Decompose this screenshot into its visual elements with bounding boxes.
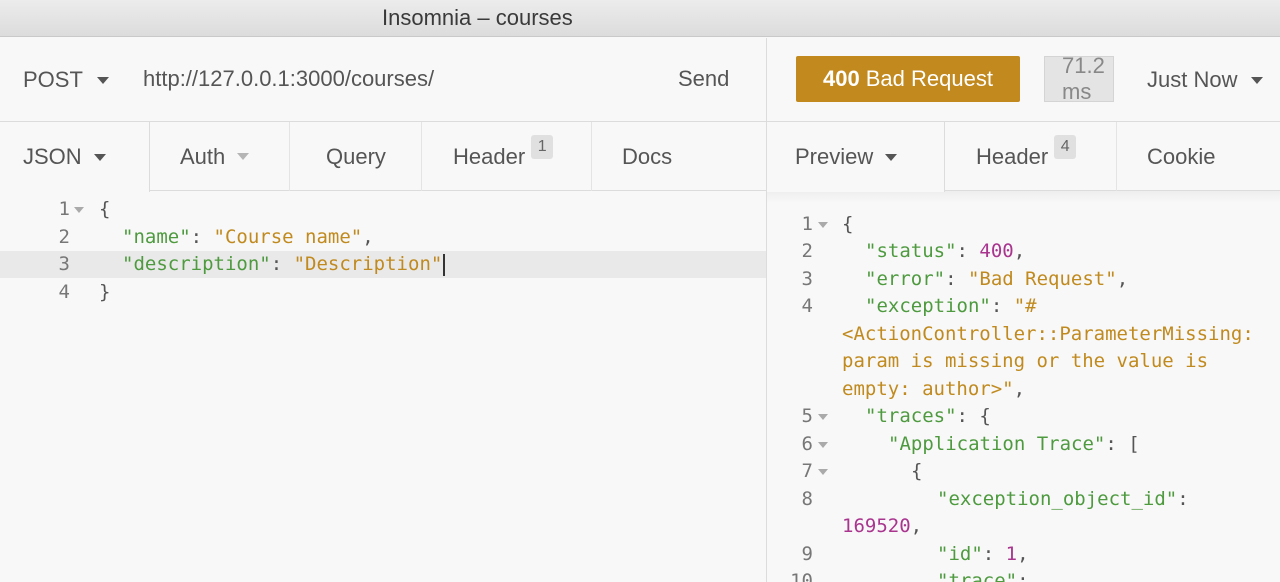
tab-auth[interactable]: Auth (150, 122, 290, 191)
code-line: 1 { (801, 213, 854, 235)
tab-cookie[interactable]: Cookie (1117, 122, 1280, 191)
chevron-down-icon (93, 153, 106, 161)
tab-header[interactable]: Header 1 (422, 122, 592, 191)
code-line: empty: author>", (842, 378, 1026, 400)
code-line: 169520, (842, 515, 923, 537)
code-line: 10 "trace": (790, 570, 1029, 582)
code-line: 4 } (58, 281, 111, 303)
code-line: 7 { (801, 460, 923, 482)
code-line: 1 { (58, 198, 111, 220)
code-line: 8 "exception_object_id": (801, 488, 1189, 510)
code-line: 5 "traces": { (801, 405, 991, 427)
fold-arrow-icon[interactable] (74, 207, 84, 213)
response-pane: 400 Bad Request 71.2 ms Just Now Preview… (767, 38, 1280, 582)
tab-label: Cookie (1147, 143, 1216, 169)
send-button[interactable]: Send (678, 66, 729, 92)
code-line: 2 "status": 400, (801, 240, 1026, 262)
fold-arrow-icon[interactable] (818, 222, 828, 228)
response-status-bar: 400 Bad Request 71.2 ms Just Now (767, 38, 1280, 122)
code-line: param is missing or the value is (842, 350, 1209, 372)
fold-arrow-icon[interactable] (818, 442, 828, 448)
tab-docs[interactable]: Docs (592, 122, 766, 191)
chevron-down-icon (96, 76, 109, 84)
header-count-badge: 1 (531, 134, 554, 159)
tab-query[interactable]: Query (290, 122, 422, 191)
tab-label: Auth (180, 143, 226, 169)
url-input[interactable]: http://127.0.0.1:3000/courses/ (143, 66, 434, 92)
code-line: 6 "Application Trace": [ (801, 433, 1140, 455)
request-pane: POST http://127.0.0.1:3000/courses/ Send… (0, 38, 766, 582)
tab-label: Header (976, 143, 1049, 169)
tab-label: Preview (795, 144, 874, 169)
request-tabs: JSON Auth Query Header 1 Docs (0, 122, 766, 192)
chevron-down-icon (885, 153, 898, 161)
response-preview[interactable]: 1 { 2 "status": 400, 3 "error": "Bad Req… (767, 191, 1280, 582)
status-badge: 400 Bad Request (796, 56, 1020, 102)
history-label: Just Now (1147, 67, 1238, 92)
code-line: 2 "name": "Course name", (58, 226, 374, 248)
code-line: 3 "error": "Bad Request", (801, 268, 1129, 290)
code-line-active: 3 "description": "Description" (0, 251, 766, 278)
response-time-badge: 71.2 ms (1044, 56, 1114, 102)
request-url-bar: POST http://127.0.0.1:3000/courses/ Send (0, 38, 766, 122)
tab-label: Query (326, 143, 386, 169)
window-titlebar: Insomnia – courses (0, 0, 1280, 37)
code-line: <ActionController::ParameterMissing: (842, 323, 1254, 345)
chevron-down-icon (1251, 76, 1264, 84)
tab-label: Header (453, 143, 526, 169)
window-title: Insomnia – courses (382, 5, 573, 30)
method-label: POST (23, 67, 83, 92)
tab-response-header[interactable]: Header 4 (945, 122, 1117, 191)
header-count-badge: 4 (1054, 134, 1077, 159)
text-cursor (443, 253, 446, 276)
tab-preview[interactable]: Preview (767, 122, 945, 192)
code-line: 9 "id": 1, (801, 543, 1029, 565)
tab-label: Docs (622, 143, 673, 169)
request-body-editor[interactable]: 1 { 2 "name": "Course name", 3 "descript… (0, 191, 766, 582)
method-dropdown[interactable]: POST (23, 67, 109, 93)
response-history-dropdown[interactable]: Just Now (1147, 67, 1264, 93)
fold-arrow-icon[interactable] (818, 469, 828, 475)
fold-arrow-icon[interactable] (818, 414, 828, 420)
code-line: 4 "exception": "# (801, 295, 1037, 317)
chevron-down-icon (237, 153, 250, 160)
tab-json[interactable]: JSON (0, 122, 150, 192)
tab-label: JSON (23, 144, 82, 169)
response-tabs: Preview Header 4 Cookie (767, 122, 1280, 192)
